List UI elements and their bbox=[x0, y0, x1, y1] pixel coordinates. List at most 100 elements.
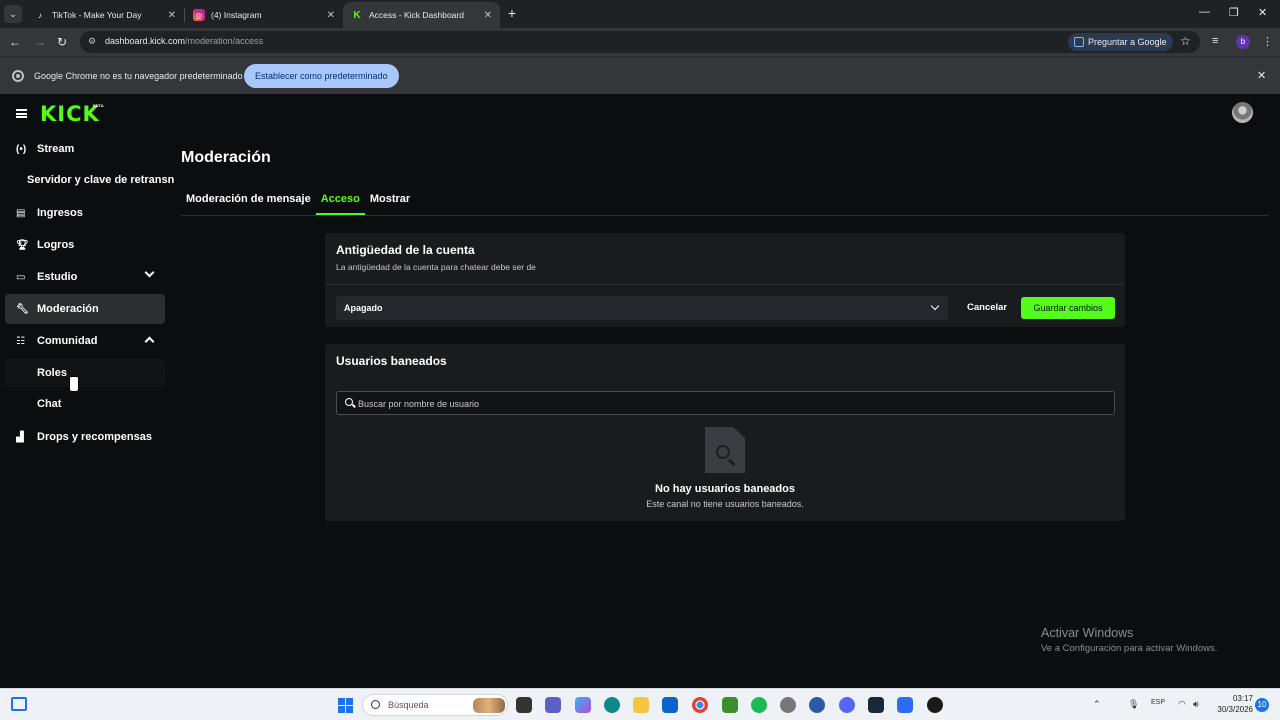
reload-icon[interactable]: ↻ bbox=[57, 35, 67, 49]
close-tab-icon[interactable]: ✕ bbox=[484, 10, 492, 21]
windows-start-icon[interactable] bbox=[338, 698, 353, 713]
minimize-icon[interactable]: — bbox=[1199, 6, 1210, 18]
spotify-icon[interactable] bbox=[751, 697, 767, 713]
url-text[interactable]: dashboard.kick.com/moderation/access bbox=[105, 36, 263, 46]
close-infobar-icon[interactable]: ✕ bbox=[1257, 69, 1266, 82]
chevron-up-icon bbox=[144, 336, 155, 347]
copilot-icon[interactable] bbox=[575, 697, 591, 713]
tabs-divider bbox=[181, 215, 1269, 216]
sidebar-item-stream[interactable]: (•) Stream bbox=[5, 134, 165, 164]
activate-windows-subtitle: Ve a Configuración para activar Windows. bbox=[1041, 643, 1218, 654]
tab-message-moderation[interactable]: Moderación de mensaje bbox=[181, 193, 316, 215]
profile-avatar[interactable]: b bbox=[1236, 35, 1250, 49]
github-icon[interactable] bbox=[927, 697, 943, 713]
search-highlight-image bbox=[473, 698, 505, 713]
set-default-button[interactable]: Establecer como predeterminado bbox=[244, 64, 399, 88]
banned-users-card: Usuarios baneados No hay usuarios banead… bbox=[325, 344, 1125, 521]
sidebar-item-label: Estudio bbox=[37, 271, 78, 283]
activate-windows-title: Activar Windows bbox=[1041, 626, 1134, 640]
media-controls-icon[interactable]: ≡ bbox=[1212, 35, 1218, 47]
browser-tab-strip: ⌄ ♪ TikTok - Make Your Day ✕ ◎ (4) Insta… bbox=[0, 0, 1280, 28]
user-avatar[interactable] bbox=[1232, 102, 1253, 123]
taskbar-clock[interactable]: 03:17 30/3/2026 bbox=[1211, 693, 1253, 715]
task-view-icon[interactable] bbox=[11, 697, 27, 711]
banned-users-title: Usuarios baneados bbox=[336, 354, 447, 368]
chrome-menu-icon[interactable]: ⋮ bbox=[1262, 35, 1273, 48]
notification-badge[interactable]: 10 bbox=[1255, 698, 1269, 712]
trophy-icon: 🏆︎ bbox=[16, 239, 29, 251]
save-changes-button[interactable]: Guardar cambios bbox=[1021, 297, 1115, 319]
chevron-up-icon[interactable]: ⌃ bbox=[1093, 699, 1101, 710]
tab-instagram[interactable]: ◎ (4) Instagram ✕ bbox=[185, 2, 343, 28]
chevron-down-icon bbox=[144, 267, 155, 278]
banned-search-input[interactable] bbox=[358, 396, 1098, 411]
settings-icon[interactable] bbox=[780, 697, 796, 713]
menu-icon[interactable] bbox=[16, 109, 27, 118]
close-tab-icon[interactable]: ✕ bbox=[327, 10, 335, 21]
new-tab-button[interactable]: + bbox=[504, 5, 520, 21]
tab-title: (4) Instagram bbox=[211, 10, 262, 20]
app-icon[interactable] bbox=[809, 697, 825, 713]
chrome-taskbar-icon[interactable] bbox=[692, 697, 708, 713]
app-icon-2[interactable] bbox=[897, 697, 913, 713]
outlook-icon[interactable] bbox=[662, 697, 678, 713]
tab-search-menu-button[interactable]: ⌄ bbox=[4, 5, 22, 23]
tab-tiktok[interactable]: ♪ TikTok - Make Your Day ✕ bbox=[26, 2, 184, 28]
community-icon: ☷ bbox=[16, 335, 25, 347]
cancel-button[interactable]: Cancelar bbox=[961, 297, 1013, 319]
address-bar[interactable]: ⚙ dashboard.kick.com/moderation/access P… bbox=[80, 31, 1200, 53]
sidebar-item-drops[interactable]: ▟ Drops y recompensas bbox=[5, 422, 165, 452]
close-tab-icon[interactable]: ✕ bbox=[168, 10, 176, 21]
sidebar-item-estudio[interactable]: ▭ Estudio bbox=[5, 262, 165, 292]
terminal-icon[interactable] bbox=[516, 697, 532, 713]
tab-title: TikTok - Make Your Day bbox=[52, 10, 142, 20]
teams-icon[interactable] bbox=[545, 697, 561, 713]
file-explorer-icon[interactable] bbox=[633, 697, 649, 713]
minecraft-icon[interactable] bbox=[722, 697, 738, 713]
bookmark-star-icon[interactable]: ☆ bbox=[1180, 34, 1191, 48]
sidebar-item-ingresos[interactable]: ▤ Ingresos bbox=[5, 198, 165, 228]
tab-access[interactable]: Acceso bbox=[315, 193, 365, 215]
edge-icon[interactable] bbox=[604, 697, 620, 713]
taskbar-search[interactable]: Búsqueda bbox=[362, 694, 508, 716]
sidebar-item-moderacion[interactable]: 🔧︎ Moderación bbox=[5, 294, 165, 324]
sidebar-item-server-key[interactable]: Servidor y clave de retransn bbox=[27, 174, 174, 186]
volume-icon[interactable]: 🔊︎ bbox=[1193, 699, 1199, 710]
page-title: Moderación bbox=[181, 149, 271, 166]
kick-icon: K bbox=[353, 9, 361, 21]
wifi-icon[interactable]: ◠ bbox=[1178, 699, 1186, 710]
language-indicator[interactable]: ESP bbox=[1151, 699, 1165, 706]
sidebar-item-chat[interactable]: Chat bbox=[37, 398, 61, 410]
sidebar-item-label: Comunidad bbox=[37, 335, 98, 347]
account-age-select[interactable]: Apagado bbox=[336, 296, 948, 320]
ask-google-button[interactable]: Preguntar a Google bbox=[1068, 33, 1173, 51]
back-icon[interactable]: ← bbox=[9, 35, 21, 49]
steam-icon[interactable] bbox=[868, 697, 884, 713]
empty-search-icon bbox=[705, 427, 745, 473]
site-info-icon[interactable]: ⚙ bbox=[88, 36, 100, 48]
card-divider bbox=[325, 284, 1125, 285]
tab-title: Access - Kick Dashboard bbox=[369, 10, 464, 20]
forward-icon[interactable]: → bbox=[34, 35, 46, 49]
sidebar-item-comunidad[interactable]: ☷ Comunidad bbox=[5, 326, 165, 356]
microphone-icon[interactable]: 🎙︎ bbox=[1128, 699, 1139, 710]
tab-display[interactable]: Mostrar bbox=[365, 193, 415, 215]
kick-logo[interactable]: KICK bbox=[40, 102, 100, 126]
select-value: Apagado bbox=[344, 303, 383, 313]
chrome-icon bbox=[12, 70, 24, 82]
discord-icon[interactable] bbox=[839, 697, 855, 713]
tiktok-icon: ♪ bbox=[38, 10, 42, 20]
moderation-tabs: Moderación de mensaje Acceso Mostrar bbox=[181, 193, 415, 216]
tab-kick-dashboard[interactable]: K Access - Kick Dashboard ✕ bbox=[343, 2, 500, 28]
restore-icon[interactable]: ❐ bbox=[1229, 6, 1239, 19]
chart-icon: ▤ bbox=[16, 207, 26, 219]
sidebar-item-label: Stream bbox=[37, 143, 75, 155]
account-age-title: Antigüedad de la cuenta bbox=[336, 243, 475, 257]
close-window-icon[interactable]: ✕ bbox=[1258, 6, 1267, 19]
drops-icon: ▟ bbox=[16, 431, 24, 443]
banned-search-field[interactable] bbox=[336, 391, 1115, 415]
sidebar-item-logros[interactable]: 🏆︎ Logros bbox=[5, 230, 165, 260]
sidebar-item-roles[interactable]: Roles bbox=[5, 359, 165, 387]
beta-badge: BETA bbox=[93, 103, 104, 108]
sidebar-item-label: Drops y recompensas bbox=[37, 431, 152, 443]
